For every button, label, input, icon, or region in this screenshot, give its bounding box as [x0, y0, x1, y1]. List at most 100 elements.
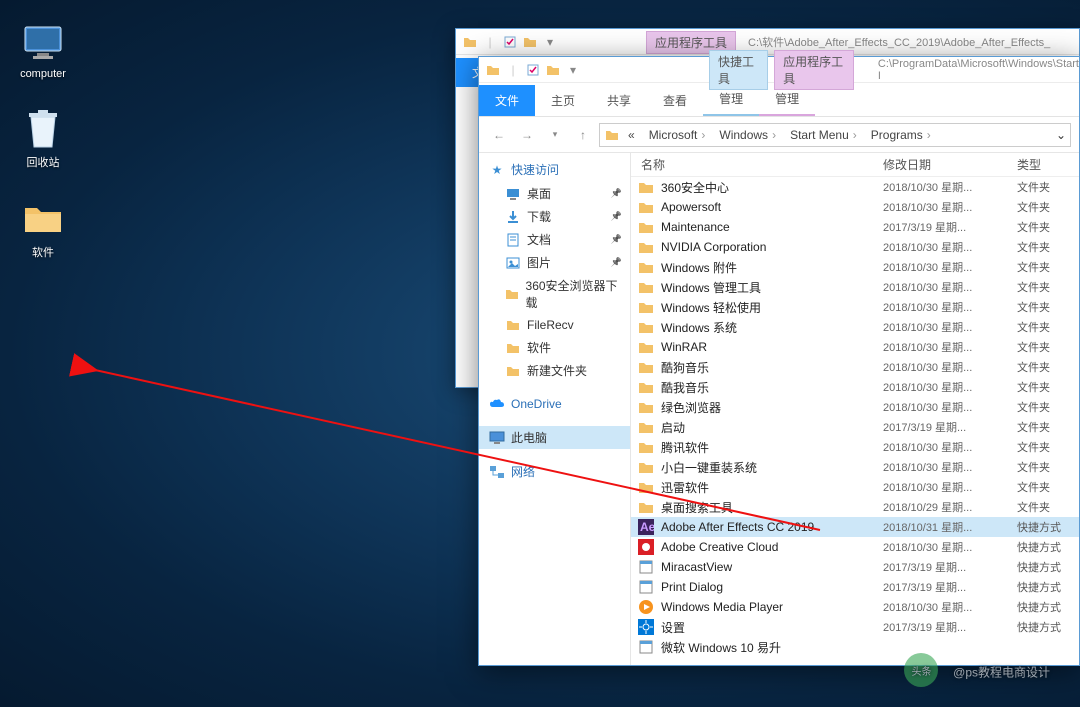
nav-up-button[interactable]: ↑: [571, 123, 595, 147]
file-row[interactable]: 酷我音乐2018/10/30 星期...文件夹: [631, 377, 1079, 397]
context-tab-shortcut-tools[interactable]: 快捷工具: [709, 50, 768, 90]
ribbon-tab-home[interactable]: 主页: [535, 85, 591, 116]
desktop-icon-label: 软件: [8, 244, 78, 260]
file-date: 2018/10/30 星期...: [883, 199, 1017, 215]
file-row[interactable]: 绿色浏览器2018/10/30 星期...文件夹: [631, 397, 1079, 417]
folder-icon[interactable]: [545, 62, 561, 78]
file-date: 2017/3/19 星期...: [883, 419, 1017, 435]
column-headers[interactable]: 名称 修改日期 类型: [631, 153, 1079, 177]
desktop-icon-computer[interactable]: computer: [8, 22, 78, 80]
file-row[interactable]: Windows 系统2018/10/30 星期...文件夹: [631, 317, 1079, 337]
window-path-title: C:\软件\Adobe_After_Effects_CC_2019\Adobe_…: [748, 34, 1050, 50]
file-row[interactable]: Windows 附件2018/10/30 星期...文件夹: [631, 257, 1079, 277]
sidebar-item-label: FileRecv: [527, 318, 574, 332]
ribbon-tab-share[interactable]: 共享: [591, 85, 647, 116]
file-row[interactable]: Apowersoft2018/10/30 星期...文件夹: [631, 197, 1079, 217]
file-type-icon: [637, 198, 655, 216]
chevron-down-icon[interactable]: ▾: [542, 34, 558, 50]
ribbon-file-tab[interactable]: 文件: [479, 85, 535, 116]
file-row[interactable]: Windows 管理工具2018/10/30 星期...文件夹: [631, 277, 1079, 297]
column-header-type[interactable]: 类型: [1017, 156, 1079, 173]
sidebar-item[interactable]: 软件: [479, 336, 630, 359]
file-type-icon: [637, 438, 655, 456]
sidebar-item[interactable]: 新建文件夹: [479, 359, 630, 382]
file-row[interactable]: Windows Media Player2018/10/30 星期...快捷方式: [631, 597, 1079, 617]
column-header-name[interactable]: 名称: [631, 156, 883, 173]
desktop-icon-software-folder[interactable]: 软件: [8, 198, 78, 260]
file-type: 文件夹: [1017, 299, 1079, 315]
ribbon-tab-view[interactable]: 查看: [647, 85, 703, 116]
file-type: 文件夹: [1017, 199, 1079, 215]
file-type-icon: [637, 318, 655, 336]
file-row[interactable]: AeAdobe After Effects CC 20192018/10/31 …: [631, 517, 1079, 537]
breadcrumb-prefix[interactable]: «: [622, 128, 641, 142]
network-icon: [489, 464, 505, 480]
file-type: 文件夹: [1017, 339, 1079, 355]
file-name: 小白一键重装系统: [661, 459, 883, 476]
desktop-icon-recycle-bin[interactable]: 回收站: [8, 108, 78, 170]
file-name: Windows Media Player: [661, 600, 883, 614]
file-type: 文件夹: [1017, 179, 1079, 195]
sidebar-item[interactable]: 文档: [479, 228, 630, 251]
sidebar-item[interactable]: 图片: [479, 251, 630, 274]
file-row[interactable]: Print Dialog2017/3/19 星期...快捷方式: [631, 577, 1079, 597]
sidebar-item-label: 图片: [527, 254, 551, 271]
file-name: Windows 轻松使用: [661, 299, 883, 316]
file-row[interactable]: 微软 Windows 10 易升: [631, 637, 1079, 657]
sidebar-this-pc[interactable]: 此电脑: [479, 426, 630, 449]
chevron-down-icon[interactable]: ▾: [565, 62, 581, 78]
breadcrumb[interactable]: « Microsoft› Windows› Start Menu› Progra…: [599, 123, 1071, 147]
file-row[interactable]: Adobe Creative Cloud2018/10/30 星期...快捷方式: [631, 537, 1079, 557]
file-row[interactable]: 桌面搜索工具2018/10/29 星期...文件夹: [631, 497, 1079, 517]
file-row[interactable]: 迅雷软件2018/10/30 星期...文件夹: [631, 477, 1079, 497]
folder-icon[interactable]: [522, 34, 538, 50]
download-icon: [505, 209, 521, 225]
checkbox-icon[interactable]: [525, 62, 541, 78]
nav-back-button[interactable]: ←: [487, 123, 511, 147]
sidebar-item[interactable]: 桌面: [479, 182, 630, 205]
file-type: 文件夹: [1017, 279, 1079, 295]
file-type-icon: [637, 238, 655, 256]
file-name: 酷狗音乐: [661, 359, 883, 376]
divider-icon: |: [505, 62, 521, 78]
nav-recent-button[interactable]: ▾: [543, 123, 567, 147]
file-row[interactable]: WinRAR2018/10/30 星期...文件夹: [631, 337, 1079, 357]
sidebar-item[interactable]: FileRecv: [479, 314, 630, 336]
sidebar-item[interactable]: 360安全浏览器下载: [479, 274, 630, 314]
file-name: NVIDIA Corporation: [661, 240, 883, 254]
file-row[interactable]: Maintenance2017/3/19 星期...文件夹: [631, 217, 1079, 237]
sidebar-quick-access[interactable]: ★ 快速访问: [479, 157, 630, 182]
window-path-title: C:\ProgramData\Microsoft\Windows\Start I: [878, 58, 1079, 82]
file-row[interactable]: 360安全中心2018/10/30 星期...文件夹: [631, 177, 1079, 197]
file-row[interactable]: 腾讯软件2018/10/30 星期...文件夹: [631, 437, 1079, 457]
file-row[interactable]: 设置2017/3/19 星期...快捷方式: [631, 617, 1079, 637]
breadcrumb-item[interactable]: Microsoft›: [643, 128, 712, 142]
file-type-icon: [637, 338, 655, 356]
file-name: 微软 Windows 10 易升: [661, 639, 883, 656]
breadcrumb-item[interactable]: Start Menu›: [784, 128, 863, 142]
column-header-date[interactable]: 修改日期: [883, 156, 1017, 173]
sidebar-item[interactable]: 下载: [479, 205, 630, 228]
breadcrumb-item[interactable]: Programs›: [865, 128, 937, 142]
file-row[interactable]: Windows 轻松使用2018/10/30 星期...文件夹: [631, 297, 1079, 317]
file-row[interactable]: 酷狗音乐2018/10/30 星期...文件夹: [631, 357, 1079, 377]
file-row[interactable]: NVIDIA Corporation2018/10/30 星期...文件夹: [631, 237, 1079, 257]
breadcrumb-item[interactable]: Windows›: [713, 128, 782, 142]
file-pane: 名称 修改日期 类型 360安全中心2018/10/30 星期...文件夹Apo…: [631, 153, 1079, 665]
sidebar-network[interactable]: 网络: [479, 459, 630, 484]
file-date: 2018/10/30 星期...: [883, 299, 1017, 315]
file-type-icon: [637, 458, 655, 476]
file-date: 2018/10/30 星期...: [883, 439, 1017, 455]
file-name: Windows 系统: [661, 319, 883, 336]
context-tab-app-tools[interactable]: 应用程序工具: [774, 50, 854, 90]
file-name: 启动: [661, 419, 883, 436]
file-date: 2018/10/30 星期...: [883, 319, 1017, 335]
file-row[interactable]: 小白一键重装系统2018/10/30 星期...文件夹: [631, 457, 1079, 477]
file-row[interactable]: 启动2017/3/19 星期...文件夹: [631, 417, 1079, 437]
file-date: 2018/10/29 星期...: [883, 499, 1017, 515]
checkbox-icon[interactable]: [502, 34, 518, 50]
chevron-down-icon[interactable]: ⌄: [1056, 128, 1066, 142]
nav-forward-button[interactable]: →: [515, 123, 539, 147]
file-row[interactable]: MiracastView2017/3/19 星期...快捷方式: [631, 557, 1079, 577]
sidebar-onedrive[interactable]: OneDrive: [479, 392, 630, 416]
